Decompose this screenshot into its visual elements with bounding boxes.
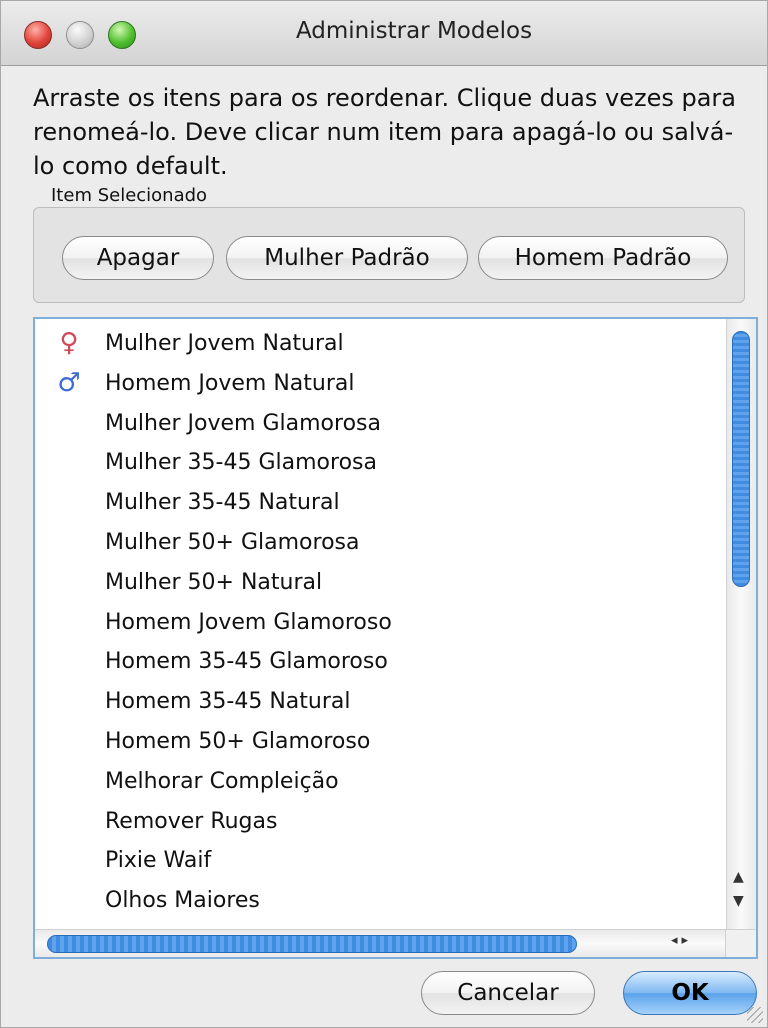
list-item[interactable]: Homem 50+ Glamoroso — [35, 723, 725, 761]
list-item[interactable]: Mulher 35-45 Glamorosa — [35, 444, 725, 482]
list-item-label: Mulher Jovem Glamorosa — [105, 410, 381, 436]
list-item-label: Mulher 35-45 Glamorosa — [105, 450, 377, 476]
list-item[interactable]: Melhorar Compleição — [35, 763, 725, 801]
list-item-label: Mulher Jovem Natural — [105, 331, 344, 356]
list-item[interactable]: Homem 35-45 Glamoroso — [35, 643, 725, 681]
list-item[interactable]: Pixie Waif — [35, 842, 725, 880]
list-item-label: Mulher 35-45 Natural — [105, 490, 340, 516]
default-male-button[interactable]: Homem Padrão — [478, 236, 728, 280]
scroll-down-arrow-icon[interactable]: ▼ — [733, 893, 744, 909]
male-icon: ♂ — [57, 367, 81, 398]
cancel-button[interactable]: Cancelar — [421, 971, 595, 1015]
list-item[interactable]: Mulher 50+ Glamorosa — [35, 524, 725, 562]
resize-grip-icon[interactable] — [747, 1007, 763, 1023]
list-item-label: Homem Jovem Glamoroso — [105, 609, 392, 635]
list-item[interactable]: ♂ Homem Jovem Natural — [35, 365, 725, 403]
window-title: Administrar Modelos — [295, 18, 533, 44]
models-list[interactable]: ♀ Mulher Jovem Natural ♂ Homem Jovem Natura… — [33, 317, 758, 959]
manage-models-dialog: Administrar Modelos Arraste os itens par… — [0, 0, 768, 1028]
horizontal-scrollbar[interactable]: ◂▸ — [35, 929, 729, 957]
horizontal-scroll-thumb[interactable] — [47, 935, 577, 953]
horizontal-scroll-arrows-icon[interactable]: ◂▸ — [671, 933, 692, 948]
selected-item-group: Apagar Mulher Padrão Homem Padrão — [33, 207, 745, 303]
instructions-text: Arraste os itens para os reordenar. Cliq… — [33, 84, 736, 180]
list-item-label: Mulher 50+ Natural — [105, 569, 323, 595]
list-item[interactable]: Remover Rugas — [35, 803, 725, 841]
list-item[interactable]: ♀ Mulher Jovem Natural — [35, 325, 725, 363]
list-item[interactable]: Mulher Jovem Glamorosa — [35, 405, 725, 443]
scroll-up-arrow-icon[interactable]: ▲ — [733, 869, 744, 885]
vertical-scrollbar[interactable]: ▲ ▼ — [726, 319, 756, 933]
list-item[interactable]: Homem 35-45 Natural — [35, 683, 725, 721]
list-item-label: Remover Rugas — [105, 808, 278, 834]
female-icon: ♀ — [59, 328, 79, 358]
list-item-label: Homem 35-45 Glamoroso — [105, 649, 388, 675]
list-item[interactable]: Homem Jovem Glamoroso — [35, 604, 725, 642]
list-item-label: Homem Jovem Natural — [105, 370, 355, 396]
models-list-viewport: ♀ Mulher Jovem Natural ♂ Homem Jovem Natura… — [35, 319, 725, 931]
list-item-label: Melhorar Compleição — [105, 768, 339, 794]
title-bar[interactable]: Administrar Modelos — [1, 1, 767, 66]
ok-button[interactable]: OK — [623, 971, 757, 1015]
list-item-label: Pixie Waif — [105, 848, 212, 874]
vertical-scroll-thumb[interactable] — [732, 331, 750, 587]
list-item[interactable]: Mulher 35-45 Natural — [35, 484, 725, 522]
list-item-label: Olhos Maiores — [105, 888, 260, 914]
list-item-label: Homem 35-45 Natural — [105, 689, 351, 715]
delete-button[interactable]: Apagar — [62, 236, 214, 280]
list-item[interactable]: Mulher 50+ Natural — [35, 564, 725, 602]
selected-item-group-label: Item Selecionado — [51, 185, 208, 206]
scroll-corner — [725, 929, 756, 957]
list-item-label: Mulher 50+ Glamorosa — [105, 530, 360, 555]
list-item[interactable]: Olhos Maiores — [35, 882, 725, 920]
list-item-label: Homem 50+ Glamoroso — [105, 729, 371, 754]
default-female-button[interactable]: Mulher Padrão — [226, 236, 468, 280]
